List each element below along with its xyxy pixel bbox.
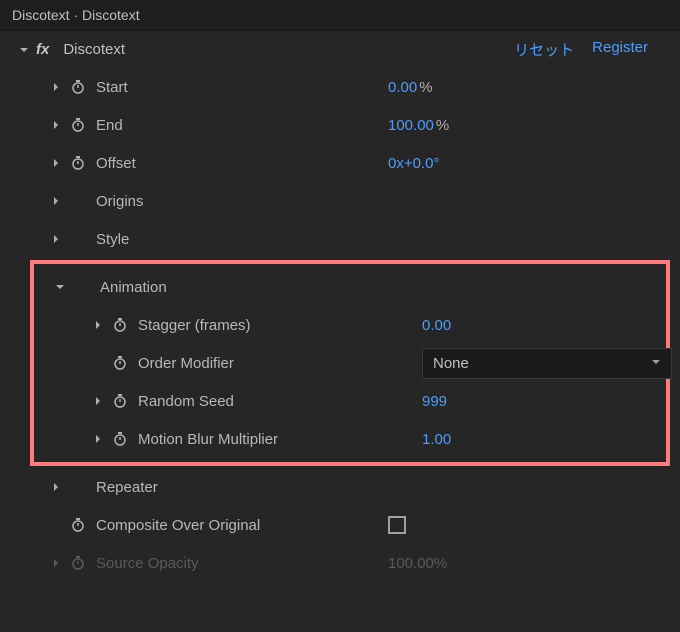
twirl-right-icon[interactable] [48, 120, 64, 130]
property-unit: % [434, 555, 447, 572]
stopwatch-icon[interactable] [68, 77, 88, 97]
stopwatch-icon[interactable] [110, 353, 130, 373]
stopwatch-icon[interactable] [68, 515, 88, 535]
order-modifier-dropdown[interactable]: None [422, 348, 672, 379]
property-row-origins: Origins [0, 182, 680, 220]
property-label: Random Seed [138, 393, 234, 410]
fx-icon[interactable]: fx [36, 41, 49, 58]
property-label: Repeater [96, 479, 158, 496]
property-value-stagger[interactable]: 0.00 [422, 317, 451, 334]
property-value-start[interactable]: 0.00 [388, 79, 417, 96]
property-label: Style [96, 231, 129, 248]
twirl-right-icon[interactable] [90, 396, 106, 406]
property-row-end: End 100.00 % [0, 106, 680, 144]
property-row-random-seed: Random Seed 999 [34, 382, 666, 420]
stopwatch-icon[interactable] [110, 391, 130, 411]
property-label: Order Modifier [138, 355, 234, 372]
property-row-source-opacity: Source Opacity 100.00 % [0, 544, 680, 582]
stopwatch-icon[interactable] [110, 429, 130, 449]
property-value-offset[interactable]: 0x+0.0° [388, 155, 439, 172]
property-label: Source Opacity [96, 555, 199, 572]
property-row-composite: Composite Over Original [0, 506, 680, 544]
property-label: Offset [96, 155, 136, 172]
property-label: End [96, 117, 123, 134]
property-label: Animation [100, 279, 167, 296]
property-value-source-opacity: 100.00 [388, 555, 434, 572]
twirl-right-icon[interactable] [48, 234, 64, 244]
property-row-animation: Animation [34, 268, 666, 306]
twirl-right-icon[interactable] [48, 158, 64, 168]
property-label: Stagger (frames) [138, 317, 251, 334]
property-row-repeater: Repeater [0, 468, 680, 506]
property-label: Composite Over Original [96, 517, 260, 534]
panel-tab-title: Discotext · Discotext [12, 7, 140, 23]
chevron-down-icon [651, 357, 661, 370]
property-row-offset: Offset 0x+0.0° [0, 144, 680, 182]
property-row-style: Style [0, 220, 680, 258]
stopwatch-icon [68, 553, 88, 573]
effect-header: fx Discotext リセット Register [0, 31, 680, 68]
twirl-right-icon[interactable] [48, 482, 64, 492]
property-unit: % [419, 79, 432, 96]
property-row-start: Start 0.00 % [0, 68, 680, 106]
property-value-random-seed[interactable]: 999 [422, 393, 447, 410]
twirl-down-icon[interactable] [52, 282, 68, 292]
stopwatch-icon[interactable] [68, 153, 88, 173]
property-label: Start [96, 79, 128, 96]
property-value-end[interactable]: 100.00 [388, 117, 434, 134]
property-row-stagger: Stagger (frames) 0.00 [34, 306, 666, 344]
twirl-right-icon[interactable] [90, 434, 106, 444]
panel-tab[interactable]: Discotext · Discotext [0, 0, 680, 31]
stopwatch-icon[interactable] [110, 315, 130, 335]
twirl-right-icon[interactable] [48, 82, 64, 92]
property-label: Motion Blur Multiplier [138, 431, 278, 448]
reset-link[interactable]: リセット [514, 39, 574, 60]
stopwatch-icon[interactable] [68, 115, 88, 135]
property-value-motion-blur[interactable]: 1.00 [422, 431, 451, 448]
effect-name[interactable]: Discotext [63, 41, 125, 58]
property-row-motion-blur: Motion Blur Multiplier 1.00 [34, 420, 666, 458]
property-row-order-modifier: Order Modifier None [34, 344, 666, 382]
twirl-down-icon[interactable] [16, 45, 32, 55]
highlight-box: Animation Stagger (frames) 0.00 Order Mo… [30, 260, 670, 466]
register-link[interactable]: Register [592, 39, 648, 60]
property-unit: % [436, 117, 449, 134]
twirl-right-icon[interactable] [48, 558, 64, 568]
dropdown-value: None [433, 355, 469, 372]
property-label: Origins [96, 193, 144, 210]
composite-checkbox[interactable] [388, 516, 406, 534]
twirl-right-icon[interactable] [90, 320, 106, 330]
twirl-right-icon[interactable] [48, 196, 64, 206]
